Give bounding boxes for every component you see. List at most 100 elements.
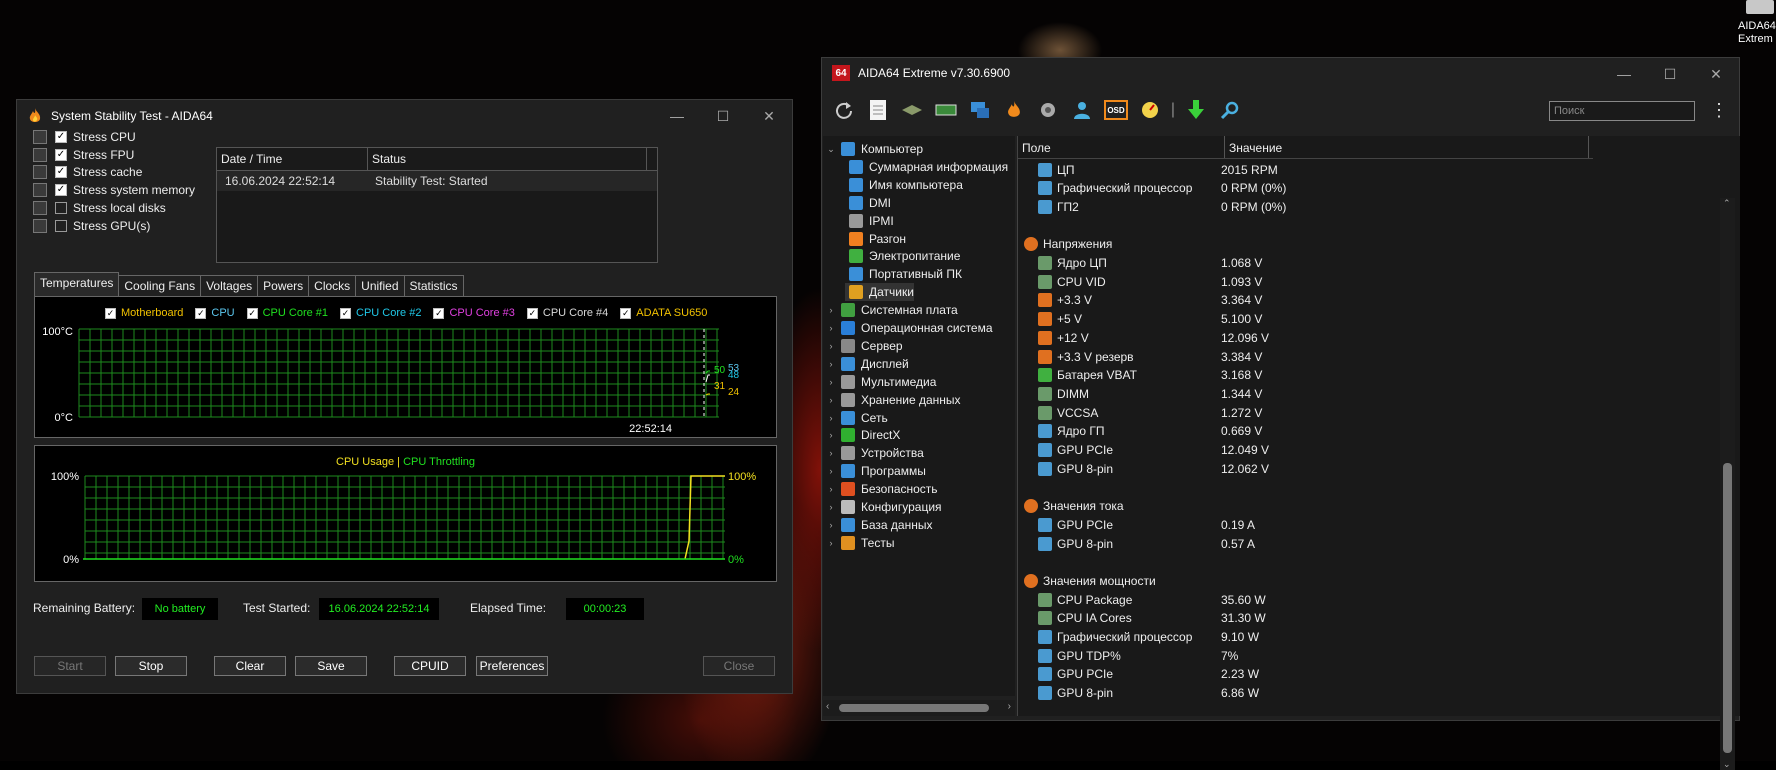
chevron-right-icon[interactable]: › xyxy=(825,395,837,405)
chevron-right-icon[interactable]: › xyxy=(825,448,837,458)
chevron-right-icon[interactable]: › xyxy=(825,484,837,494)
maximize-button[interactable]: ☐ xyxy=(700,100,746,132)
table-row[interactable]: ЦП 2015 RPM xyxy=(1038,160,1278,179)
tree-item[interactable]: › DirectX xyxy=(825,426,900,444)
table-row[interactable]: Ядро ГП 0.669 V xyxy=(1038,422,1262,441)
close-window-button[interactable]: ✕ xyxy=(1693,58,1739,90)
tree-item[interactable]: IPMI xyxy=(845,212,894,230)
tree-item[interactable]: › Сеть xyxy=(825,409,888,427)
stress-checkbox[interactable] xyxy=(55,219,67,232)
hardware-icon[interactable] xyxy=(1036,98,1060,122)
tree-item[interactable]: › Сервер xyxy=(825,337,903,355)
table-row[interactable]: +12 V 12.096 V xyxy=(1038,328,1269,347)
tree-item[interactable]: ⌄ Компьютер xyxy=(825,140,923,158)
chevron-right-icon[interactable]: › xyxy=(825,520,837,530)
column-status[interactable]: Status xyxy=(368,148,647,170)
table-row[interactable]: +3.3 V 3.364 V xyxy=(1038,291,1262,310)
scroll-up-icon[interactable]: ⌃ xyxy=(1723,198,1731,209)
tree-horizontal-scrollbar[interactable]: ‹ › xyxy=(823,700,1015,716)
tree-item[interactable]: Суммарная информация xyxy=(845,158,1008,176)
tree-item[interactable]: › Тесты xyxy=(825,534,894,552)
column-field[interactable]: Поле xyxy=(1018,136,1225,158)
scroll-thumb[interactable] xyxy=(1723,463,1732,753)
flame-icon[interactable] xyxy=(1002,98,1026,122)
tree-item[interactable]: › Мультимедиа xyxy=(825,373,936,391)
tree-item[interactable]: › Дисплей xyxy=(825,355,909,373)
table-row[interactable]: Графический процессор 0 RPM (0%) xyxy=(1038,179,1286,198)
save-button[interactable]: Save xyxy=(295,656,367,676)
tree-item[interactable]: DMI xyxy=(845,194,891,212)
tree-item[interactable]: Электропитание xyxy=(845,247,960,265)
download-icon[interactable] xyxy=(1184,98,1208,122)
chevron-right-icon[interactable]: › xyxy=(825,323,837,333)
tree-item[interactable]: › Безопасность xyxy=(825,480,938,498)
table-row[interactable]: GPU PCIe 12.049 V xyxy=(1038,441,1269,460)
tab-statistics[interactable]: Statistics xyxy=(403,275,464,297)
table-row[interactable]: Графический процессор 9.10 W xyxy=(1038,628,1259,647)
stress-checkbox[interactable]: ✓ xyxy=(55,184,67,197)
table-row[interactable]: GPU PCIe 2.23 W xyxy=(1038,665,1259,684)
tree-item[interactable]: Имя компьютера xyxy=(845,176,963,194)
table-row[interactable]: CPU IA Cores 31.30 W xyxy=(1038,609,1266,628)
table-row[interactable]: 16.06.2024 22:52:14 Stability Test: Star… xyxy=(217,171,657,191)
tree-item[interactable]: Портативный ПК xyxy=(845,265,962,283)
close-window-button[interactable]: ✕ xyxy=(746,100,792,132)
osd-icon[interactable]: OSD xyxy=(1104,100,1128,120)
group-header[interactable]: Значения тока xyxy=(1024,497,1124,516)
chevron-right-icon[interactable]: › xyxy=(825,538,837,548)
tab-unified[interactable]: Unified xyxy=(355,275,405,297)
column-date-time[interactable]: Date / Time xyxy=(217,148,368,170)
chevron-right-icon[interactable]: › xyxy=(825,466,837,476)
table-row[interactable]: GPU 8-pin 12.062 V xyxy=(1038,459,1269,478)
clear-button[interactable]: Clear xyxy=(214,656,286,676)
table-row[interactable]: ГП2 0 RPM (0%) xyxy=(1038,197,1286,216)
report-icon[interactable] xyxy=(866,98,890,122)
refresh-icon[interactable] xyxy=(832,98,856,122)
stop-button[interactable]: Stop xyxy=(115,656,187,676)
tab-voltages[interactable]: Voltages xyxy=(200,275,259,297)
title-bar[interactable]: 64 AIDA64 Extreme v7.30.6900 — ☐ ✕ xyxy=(822,58,1739,88)
chevron-right-icon[interactable]: › xyxy=(825,305,837,315)
table-row[interactable]: Ядро ЦП 1.068 V xyxy=(1038,254,1262,273)
chevron-right-icon[interactable]: › xyxy=(825,359,837,369)
user-icon[interactable] xyxy=(1070,98,1094,122)
table-row[interactable]: +3.3 V резерв 3.384 V xyxy=(1038,347,1262,366)
chevron-right-icon[interactable]: › xyxy=(825,413,837,423)
start-button[interactable]: Start xyxy=(34,656,106,676)
tree-item[interactable]: › База данных xyxy=(825,516,932,534)
menu-icon[interactable]: ⋮ xyxy=(1710,98,1728,122)
preferences-button[interactable]: Preferences xyxy=(476,656,548,676)
stress-option[interactable]: Stress GPU(s) xyxy=(33,216,150,236)
tab-cooling-fans[interactable]: Cooling Fans xyxy=(118,275,202,297)
table-row[interactable]: VCCSA 1.272 V xyxy=(1038,403,1262,422)
tree-item[interactable]: › Системная плата xyxy=(825,301,958,319)
network-icon[interactable] xyxy=(968,98,992,122)
stress-checkbox[interactable]: ✓ xyxy=(55,131,67,143)
table-row[interactable]: CPU VID 1.093 V xyxy=(1038,272,1262,291)
tree-item[interactable]: › Конфигурация xyxy=(825,498,942,516)
table-row[interactable]: CPU Package 35.60 W xyxy=(1038,590,1266,609)
maximize-button[interactable]: ☐ xyxy=(1647,58,1693,90)
tab-powers[interactable]: Powers xyxy=(257,275,310,297)
table-row[interactable]: GPU TDP% 7% xyxy=(1038,646,1238,665)
list-vertical-scrollbar[interactable]: ⌃ ⌄ xyxy=(1720,198,1735,770)
column-value[interactable]: Значение xyxy=(1225,136,1589,158)
close-button[interactable]: Close xyxy=(703,656,775,676)
minimize-button[interactable]: — xyxy=(654,100,700,132)
tree-item[interactable]: › Программы xyxy=(825,462,926,480)
table-row[interactable]: GPU PCIe 0.19 A xyxy=(1038,515,1255,534)
chevron-right-icon[interactable]: › xyxy=(825,377,837,387)
motherboard-icon[interactable] xyxy=(900,98,924,122)
table-row[interactable]: GPU 8-pin 6.86 W xyxy=(1038,684,1259,703)
search-input[interactable]: Поиск xyxy=(1549,101,1695,121)
stress-checkbox[interactable]: ✓ xyxy=(55,166,67,179)
tab-temperatures[interactable]: Temperatures xyxy=(34,272,120,297)
scroll-right-icon[interactable]: › xyxy=(1008,701,1011,712)
minimize-button[interactable]: — xyxy=(1601,58,1647,90)
table-row[interactable]: Батарея VBAT 3.168 V xyxy=(1038,366,1262,385)
group-header[interactable]: Напряжения xyxy=(1024,235,1112,254)
chevron-right-icon[interactable]: › xyxy=(825,430,837,440)
stress-checkbox[interactable]: ✓ xyxy=(55,148,67,161)
desktop-shortcut-aida64[interactable]: AIDA64 Extrem xyxy=(1728,0,1776,50)
cpuid-button[interactable]: CPUID xyxy=(394,656,466,676)
